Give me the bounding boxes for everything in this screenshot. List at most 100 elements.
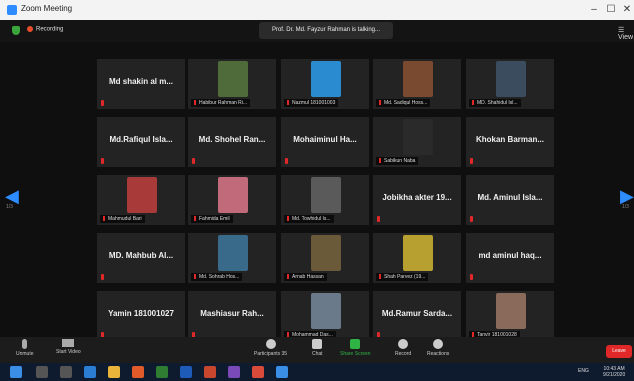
chrome-icon[interactable] [252,366,264,378]
participant-tile[interactable]: Fahmida Emil [188,175,276,225]
video-off-icon [62,339,75,347]
mic-muted-icon [101,274,104,280]
participant-video [403,235,433,271]
participant-tile[interactable]: Arnab Hassan [281,233,369,283]
unmute-button[interactable]: Unmute [16,339,34,357]
participant-name: Md. Aminul Isla... [477,193,543,202]
participant-label-text: Fahmida Emil [199,216,230,222]
store-icon[interactable] [132,366,144,378]
mic-muted-icon [287,100,289,105]
mic-muted-icon [101,158,104,164]
app-icon[interactable] [228,366,240,378]
mic-muted-icon [287,216,289,221]
participant-tile[interactable]: Md. Sohrab Hos... [188,233,276,283]
security-shield-icon[interactable] [12,26,20,35]
powerpoint-icon[interactable] [204,366,216,378]
clock-date: 9/21/2020 [603,372,626,378]
language-indicator[interactable]: ENG [578,368,589,374]
share-screen-label: Share Screen [340,351,371,357]
participant-tile[interactable]: MD. Shahidul Isl... [466,59,554,109]
mic-muted-icon [379,158,381,163]
search-icon[interactable] [36,366,48,378]
mic-muted-icon [470,158,473,164]
start-video-button[interactable]: Start Video [56,339,81,355]
reactions-button[interactable]: Reactions [427,339,449,357]
participant-video [311,61,341,97]
participant-tile[interactable]: md aminul haq... [466,233,554,283]
mic-muted-icon [379,100,381,105]
mic-muted-icon [470,274,473,280]
participant-label-text: Sabikun Naba [384,158,416,164]
word-icon[interactable] [180,366,192,378]
participant-video [218,177,248,213]
start-video-label: Start Video [56,349,81,355]
zoom-app-icon [7,5,17,15]
mic-muted-icon [101,100,104,106]
participant-name-label: Shah Parvez (19... [376,273,429,281]
participant-tile[interactable]: Md. Sadiqul Hoss... [373,59,461,109]
chat-icon [312,339,323,349]
participants-button[interactable]: Participants 35 [254,339,287,357]
task-view-icon[interactable] [60,366,72,378]
participant-tile[interactable]: Sabikun Naba [373,117,461,167]
participant-label-text: Arnab Hassan [292,274,324,280]
chat-button[interactable]: Chat [312,339,323,357]
mic-muted-icon [377,216,380,222]
participant-video [127,177,157,213]
participant-name-label: Habibur Rahman Ri... [191,99,251,107]
participant-video [218,61,248,97]
participant-tile[interactable]: Shah Parvez (19... [373,233,461,283]
participant-tile[interactable]: Md shakin al m... [97,59,185,109]
excel-icon[interactable] [156,366,168,378]
gallery-view: ◀ 1/3 ▶ 1/3 Md shakin al m... Habibur Rah… [0,42,634,341]
participant-tile[interactable]: Tanvir 181001028 [466,291,554,341]
participant-tile[interactable]: Md.Ramur Sarda... [373,291,461,341]
minimize-button[interactable]: – [586,2,602,18]
participant-name-label: MD. Shahidul Isl... [469,99,521,107]
clock[interactable]: 10:43 AM 9/21/2020 [603,366,625,378]
leave-button[interactable]: Leave [606,345,632,358]
recording-indicator[interactable]: Recording [27,26,63,33]
participants-count: 35 [281,351,288,357]
participant-name-label: Md. Sohrab Hos... [191,273,243,281]
participant-tile[interactable]: Habibur Rahman Ri... [188,59,276,109]
reactions-icon [433,339,444,349]
participant-tile[interactable]: Md.Rafiqul Isla... [97,117,185,167]
participant-tile[interactable]: Md. Aminul Isla... [466,175,554,225]
participant-tile[interactable]: Yamin 181001027 [97,291,185,341]
mic-muted-icon [103,216,105,221]
participants-label: Participants [254,351,281,357]
mic-muted-icon [194,274,196,279]
chat-label: Chat [312,351,323,357]
participant-label-text: Md. Towhidul Is... [292,216,331,222]
participant-tile[interactable]: Md. Towhidul Is... [281,175,369,225]
participant-video [496,293,526,329]
mic-muted-icon [472,100,474,105]
close-button[interactable]: ✕ [619,2,634,18]
mic-muted-icon [194,216,196,221]
share-screen-button[interactable]: Share Screen [340,339,371,357]
participant-name-label: Arnab Hassan [284,273,327,281]
participant-tile[interactable]: Khokan Barman... [466,117,554,167]
zoom-taskbar-icon[interactable] [276,366,288,378]
participant-tile[interactable]: Jobikha akter 19... [373,175,461,225]
start-icon[interactable] [10,366,22,378]
participant-tile[interactable]: Mohaiminul Ha... [281,117,369,167]
meeting-topbar: Recording Prof. Dr. Md. Fayzur Rahman is… [0,20,634,42]
participant-tile[interactable]: Mahmudul Bari [97,175,185,225]
participant-name: Yamin 181001027 [108,309,174,318]
maximize-button[interactable]: ☐ [603,2,619,18]
participant-tile[interactable]: MD. Mahbub Al... [97,233,185,283]
participant-tile[interactable]: Md. Shohel Ran... [188,117,276,167]
participant-tile[interactable]: Nazmul 181001003 [281,59,369,109]
participant-label-text: Nazmul 181001003 [292,100,336,106]
file-explorer-icon[interactable] [108,366,120,378]
participant-name: MD. Mahbub Al... [108,251,174,260]
view-button[interactable]: ☰ View [618,26,634,41]
participant-name: Md. Shohel Ran... [198,135,266,144]
record-button[interactable]: Record [395,339,411,357]
participant-label-text: Habibur Rahman Ri... [199,100,248,106]
participant-tile[interactable]: Mohammad Das... [281,291,369,341]
participant-tile[interactable]: Mashiasur Rah... [188,291,276,341]
edge-icon[interactable] [84,366,96,378]
